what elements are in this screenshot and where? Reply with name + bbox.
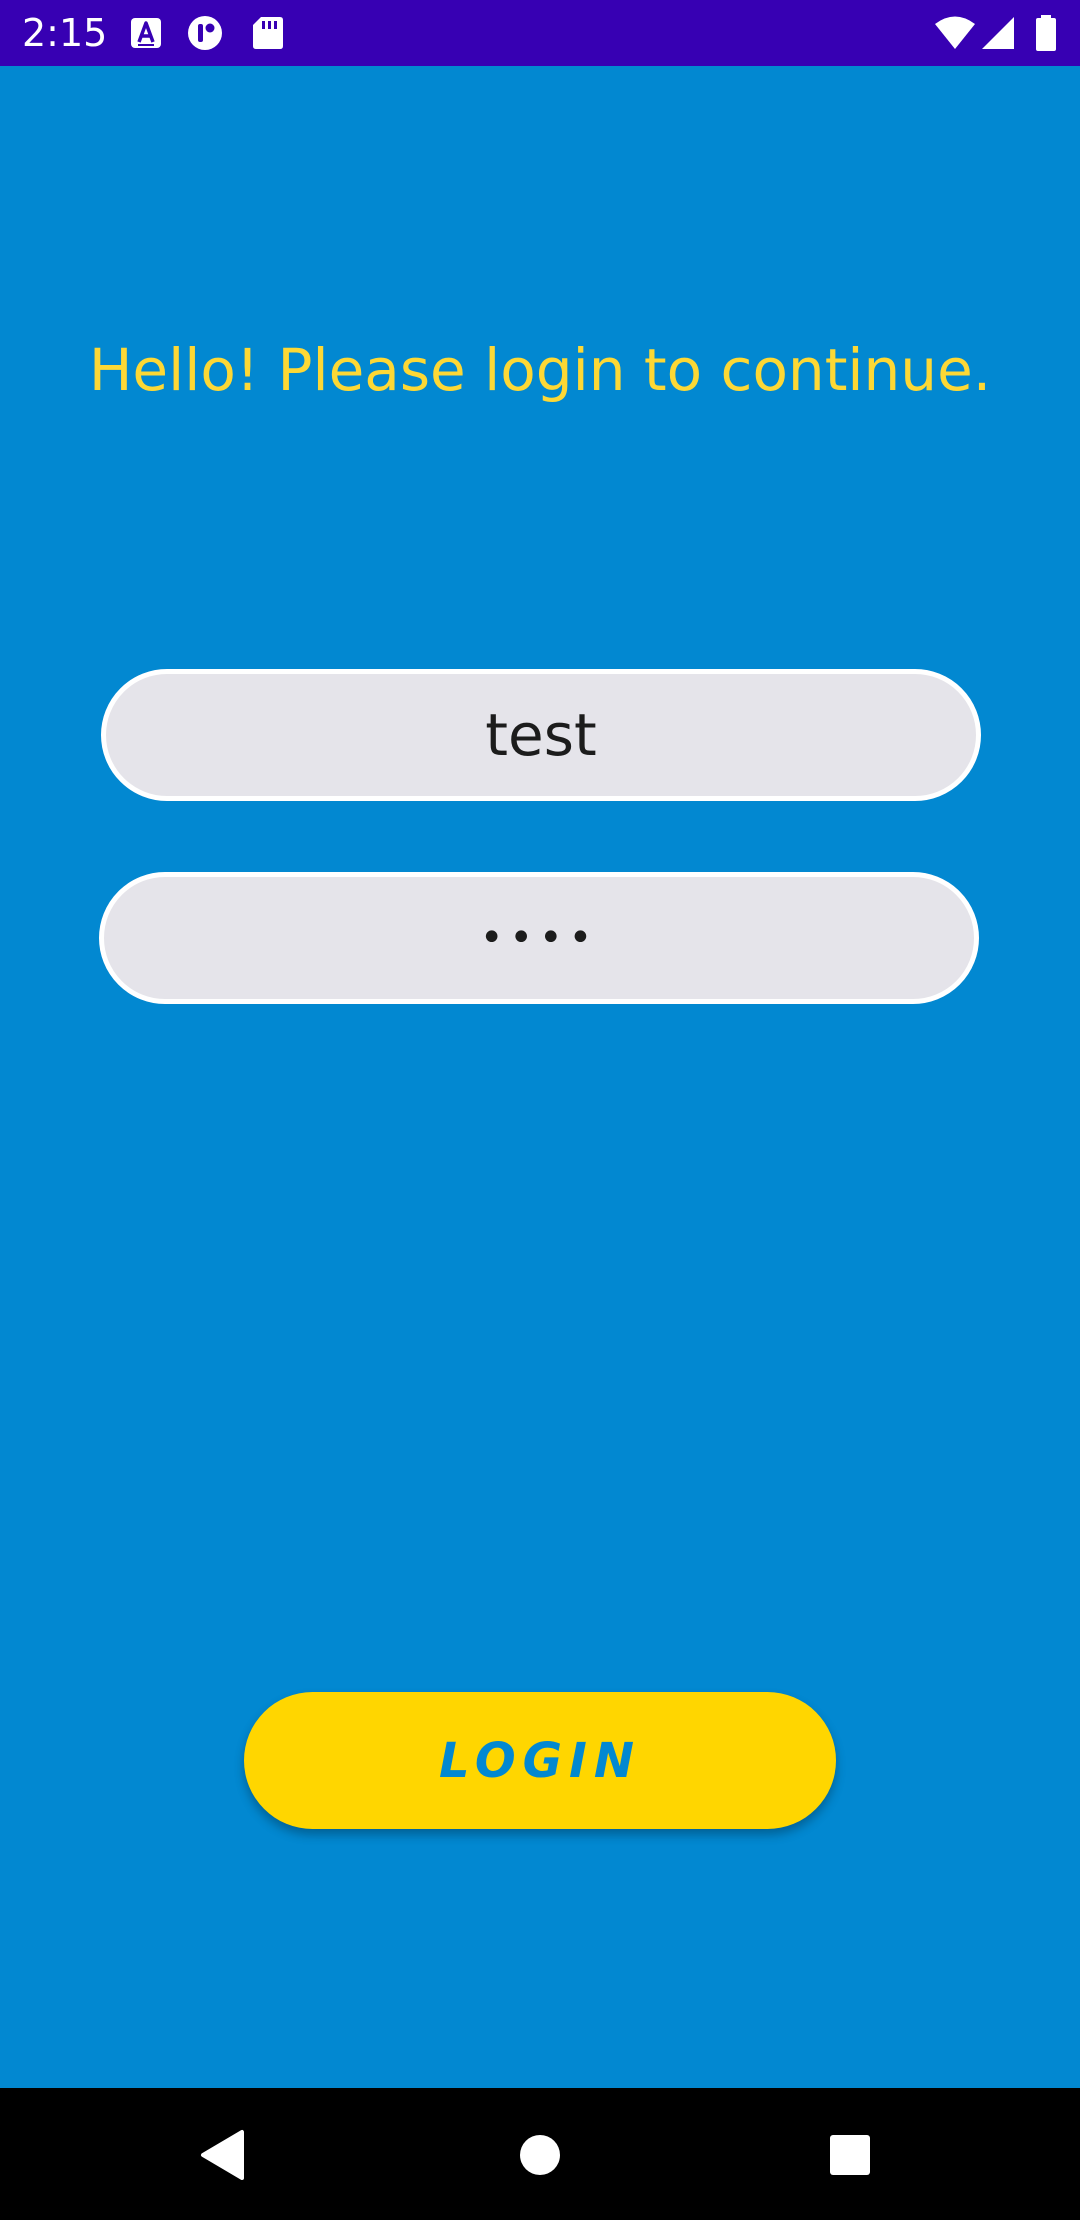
status-bar: 2:15: [0, 0, 1080, 66]
home-button[interactable]: [495, 2110, 585, 2200]
record-icon: [188, 16, 222, 50]
login-screen: 2:15 Hello! Please login to continue. te…: [0, 0, 1080, 2220]
password-field[interactable]: [99, 872, 979, 1004]
home-icon: [520, 2135, 560, 2175]
username-field[interactable]: [101, 669, 981, 801]
signal-icon: [982, 17, 1014, 49]
sd-card-icon: [253, 17, 283, 49]
login-button[interactable]: LOGIN: [244, 1692, 836, 1829]
keyboard-a-icon: [131, 18, 161, 48]
greeting-text: Hello! Please login to continue.: [88, 336, 992, 404]
back-button[interactable]: [180, 2110, 270, 2200]
battery-icon: [1036, 15, 1056, 51]
navigation-bar: [0, 2088, 1080, 2220]
back-icon: [201, 2130, 244, 2180]
wifi-icon: [935, 16, 975, 49]
recents-button[interactable]: [805, 2110, 895, 2200]
recents-icon: [830, 2135, 870, 2175]
status-time: 2:15: [22, 11, 108, 55]
